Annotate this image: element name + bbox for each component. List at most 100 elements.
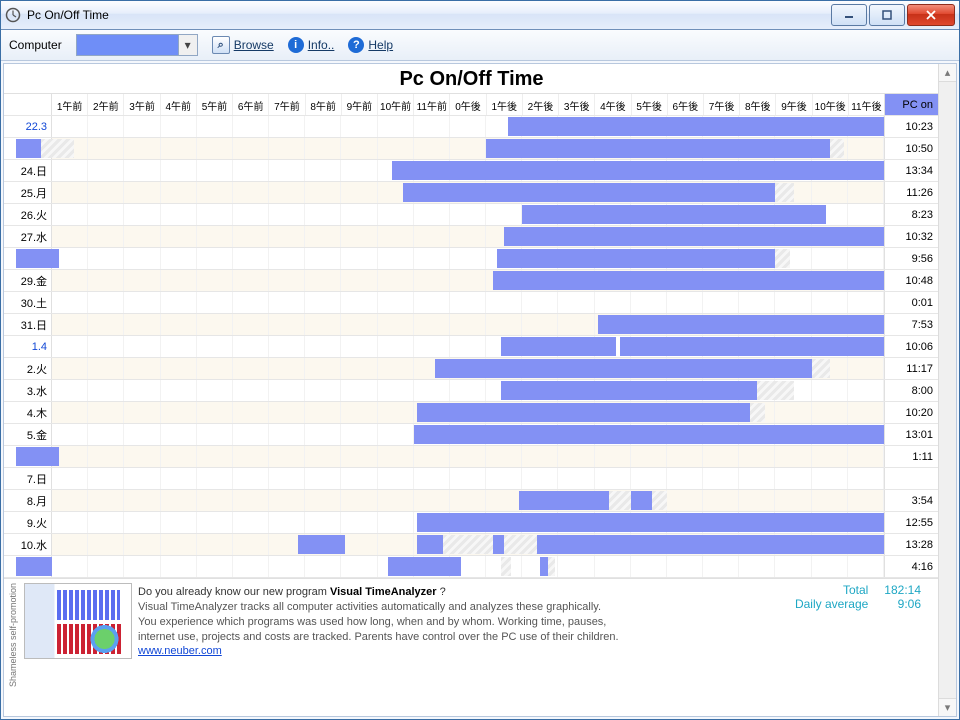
pc-on-value: 9:56 xyxy=(884,248,939,269)
usage-bars xyxy=(52,271,884,290)
on-bar xyxy=(493,271,884,290)
usage-bars xyxy=(52,183,884,202)
timeline-row: 1.4 10:06 xyxy=(4,336,939,358)
hour-label: 7午後 xyxy=(704,94,740,115)
on-bar xyxy=(417,513,884,532)
promo-side-text: Shameless self-promotion xyxy=(8,583,18,687)
day-label: 1.4 xyxy=(4,336,52,357)
idle-bar xyxy=(775,249,789,268)
on-bar xyxy=(16,557,52,576)
hour-label: 9午後 xyxy=(776,94,812,115)
on-bar xyxy=(403,183,776,202)
on-bar xyxy=(486,139,830,158)
browse-icon: ⌕ xyxy=(212,36,230,54)
hour-label: 1午前 xyxy=(52,94,88,115)
browse-button[interactable]: ⌕ Browse xyxy=(212,36,274,54)
content-area: Pc On/Off Time 1午前2午前3午前4午前5午前6午前7午前8午前9… xyxy=(4,64,956,716)
day-label: 25.月 xyxy=(4,182,52,203)
on-bar xyxy=(501,381,758,400)
timeline-row: 8.月3:54 xyxy=(4,490,939,512)
computer-combo[interactable] xyxy=(76,34,198,56)
on-bar xyxy=(508,117,884,136)
on-bar xyxy=(631,491,653,510)
pc-on-value: 4:16 xyxy=(884,556,939,577)
pc-on-value: 12:55 xyxy=(884,512,939,533)
day-label: 9.火 xyxy=(4,512,52,533)
pc-on-value: 1:11 xyxy=(884,446,939,467)
help-button[interactable]: ? Help xyxy=(348,37,393,53)
hour-label: 4午後 xyxy=(595,94,631,115)
info-button[interactable]: i Info.. xyxy=(288,37,335,53)
usage-bars xyxy=(52,359,884,378)
on-bar xyxy=(598,315,884,334)
on-bar xyxy=(540,557,547,576)
pc-on-value: 10:23 xyxy=(884,116,939,137)
idle-bar xyxy=(41,139,74,158)
pc-on-value: 0:01 xyxy=(884,292,939,313)
day-label: 5.金 xyxy=(4,424,52,445)
hour-label: 9午前 xyxy=(342,94,378,115)
day-label: 4.木 xyxy=(4,402,52,423)
hour-label: 3午後 xyxy=(559,94,595,115)
idle-bar xyxy=(501,557,512,576)
on-bar xyxy=(16,447,59,466)
pc-on-value: 7:53 xyxy=(884,314,939,335)
pc-on-value: 13:28 xyxy=(884,534,939,555)
hour-label: 0午後 xyxy=(450,94,486,115)
day-label: 27.水 xyxy=(4,226,52,247)
pc-on-value: 10:50 xyxy=(884,138,939,159)
usage-bars xyxy=(52,117,884,136)
timeline-row: 5.金 13:01 xyxy=(4,424,939,446)
day-label: 22.3 xyxy=(4,116,52,137)
day-label: 3.水 xyxy=(4,380,52,401)
window-buttons xyxy=(829,4,955,26)
pc-on-value: 13:01 xyxy=(884,424,939,445)
pc-on-value xyxy=(884,468,939,489)
usage-bars xyxy=(52,469,884,488)
usage-bars xyxy=(52,491,884,510)
timeline-row: 9.火 12:55 xyxy=(4,512,939,534)
day-label: 31.日 xyxy=(4,314,52,335)
on-bar xyxy=(298,535,345,554)
on-bar xyxy=(522,205,826,224)
on-bar xyxy=(537,535,884,554)
hour-label: 11午前 xyxy=(414,94,450,115)
timeline-row: 2.火11:17 xyxy=(4,358,939,380)
pc-on-value: 10:06 xyxy=(884,336,939,357)
titlebar: Pc On/Off Time xyxy=(1,1,959,30)
idle-bar xyxy=(775,183,793,202)
hour-label: 5午前 xyxy=(197,94,233,115)
close-button[interactable] xyxy=(907,4,955,26)
day-label: 26.火 xyxy=(4,204,52,225)
timeline-row: 25.月11:26 xyxy=(4,182,939,204)
maximize-button[interactable] xyxy=(869,4,905,26)
on-bar xyxy=(493,535,504,554)
avg-value: 9:06 xyxy=(875,597,921,611)
total-label: Total xyxy=(843,583,868,597)
minimize-button[interactable] xyxy=(831,4,867,26)
idle-bar xyxy=(443,535,494,554)
timeline-row: 6.土1:11 xyxy=(4,446,939,468)
header-day-label xyxy=(4,94,52,115)
info-icon: i xyxy=(288,37,304,53)
usage-bars xyxy=(52,293,884,312)
promo-thumbnail xyxy=(24,583,132,659)
hour-label: 8午前 xyxy=(306,94,342,115)
hour-label: 2午前 xyxy=(88,94,124,115)
hour-label: 6午後 xyxy=(668,94,704,115)
main-panel: Pc On/Off Time 1午前2午前3午前4午前5午前6午前7午前8午前9… xyxy=(3,63,957,717)
app-window: Pc On/Off Time Computer ⌕ Browse i Info.… xyxy=(0,0,960,720)
timeline-row: 31.日 7:53 xyxy=(4,314,939,336)
vertical-scrollbar[interactable] xyxy=(938,64,956,716)
usage-bars xyxy=(52,337,884,356)
promo-link[interactable]: www.neuber.com xyxy=(138,645,222,657)
on-bar xyxy=(504,227,884,246)
hour-label: 6午前 xyxy=(233,94,269,115)
hour-label: 11午後 xyxy=(849,94,884,115)
usage-bars xyxy=(52,425,884,444)
promo-text: Do you already know our new program Visu… xyxy=(138,583,789,687)
timeline-header: 1午前2午前3午前4午前5午前6午前7午前8午前9午前10午前11午前0午後1午… xyxy=(4,94,939,116)
day-label: 8.月 xyxy=(4,490,52,511)
pc-on-value: 10:48 xyxy=(884,270,939,291)
timeline-row: 26.火8:23 xyxy=(4,204,939,226)
